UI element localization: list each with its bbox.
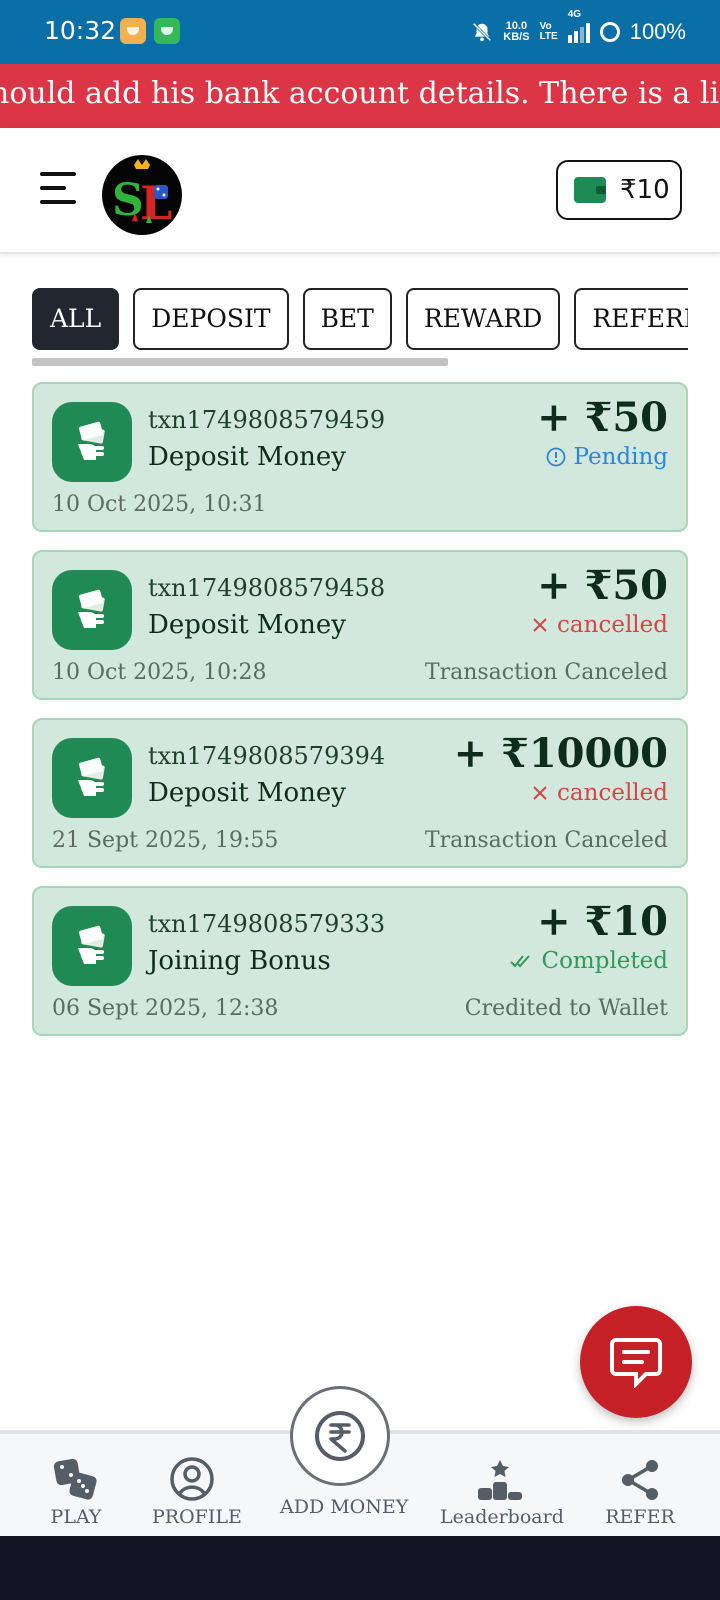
transaction-card[interactable]: txn1749808579394 Deposit Money 21 Sept 2… — [32, 718, 688, 868]
transaction-amount: + ₹10 — [537, 898, 668, 945]
status-bar: 10:32 10.0 KB/S Vo LTE 4G 100% — [0, 0, 720, 64]
transaction-status: cancelled — [531, 612, 668, 638]
app-logo[interactable]: S L — [102, 155, 182, 235]
wallet-icon — [574, 177, 606, 203]
nav-leaderboard[interactable]: Leaderboard — [440, 1454, 564, 1528]
transaction-status: Pending — [546, 444, 668, 470]
notification-app-icon — [120, 18, 146, 44]
transaction-amount: + ₹10000 — [453, 730, 668, 777]
money-hand-icon — [52, 906, 132, 986]
transaction-card[interactable]: txn1749808579458 Deposit Money 10 Oct 20… — [32, 550, 688, 700]
status-icons: 10.0 KB/S Vo LTE 4G 100% — [471, 9, 686, 50]
filter-tabs: ALLDEPOSITBETREWARDREFERRAL — [32, 288, 688, 350]
transaction-date: 10 Oct 2025, 10:31 — [52, 492, 267, 517]
system-navigation-bar — [0, 1536, 720, 1600]
network-type: 4G — [567, 9, 582, 20]
tab-referral[interactable]: REFERRAL — [574, 288, 688, 350]
money-hand-icon — [52, 402, 132, 482]
transaction-id: txn1749808579458 — [148, 574, 386, 602]
announcement-banner: hould add his bank account details. Ther… — [0, 64, 720, 128]
leaderboard-icon — [440, 1454, 560, 1502]
tab-reward[interactable]: REWARD — [405, 288, 561, 350]
nav-profile[interactable]: PROFILE — [152, 1454, 242, 1528]
transaction-amount: + ₹50 — [537, 562, 668, 609]
nav-play[interactable]: PLAY — [46, 1454, 106, 1528]
share-icon — [600, 1454, 680, 1502]
transaction-list: txn1749808579459 Deposit Money 10 Oct 20… — [32, 382, 688, 1054]
status-label: cancelled — [557, 780, 668, 806]
status-label: Completed — [541, 948, 668, 974]
hamburger-menu-icon[interactable] — [40, 172, 76, 204]
transaction-title: Deposit Money — [148, 778, 346, 808]
nav-profile-label: PROFILE — [152, 1506, 242, 1528]
tab-all[interactable]: ALL — [32, 288, 120, 350]
app-header: S L ₹10 — [0, 128, 720, 254]
tab-deposit[interactable]: DEPOSIT — [133, 288, 289, 350]
wallet-balance-button[interactable]: ₹10 — [556, 160, 682, 220]
transaction-id: txn1749808579459 — [148, 406, 386, 434]
mute-bell-icon — [473, 22, 492, 42]
battery-level: 100% — [629, 19, 686, 44]
info-circle-icon — [546, 447, 565, 467]
nav-refer-label: REFER — [605, 1506, 675, 1528]
tab-bet[interactable]: BET — [302, 288, 392, 350]
transaction-amount: + ₹50 — [537, 394, 668, 441]
signal-icon — [567, 21, 590, 43]
transaction-title: Joining Bonus — [148, 946, 331, 976]
announcement-text: hould add his bank account details. Ther… — [0, 76, 720, 111]
transaction-note: Credited to Wallet — [464, 996, 668, 1021]
transaction-id: txn1749808579394 — [148, 742, 386, 770]
transaction-title: Deposit Money — [148, 442, 346, 472]
transaction-date: 06 Sept 2025, 12:38 — [52, 996, 279, 1021]
nav-add-money-label: ADD MONEY — [280, 1496, 409, 1518]
chat-icon — [610, 1338, 662, 1388]
wallet-balance: ₹10 — [620, 175, 670, 205]
logo-graphic: S L — [112, 159, 172, 230]
volte-bottom: LTE — [539, 31, 558, 42]
tabs-scrollbar[interactable] — [32, 358, 448, 366]
add-money-button[interactable] — [290, 1386, 390, 1486]
close-icon — [533, 786, 547, 800]
transaction-status: cancelled — [531, 780, 668, 806]
status-label: Pending — [573, 444, 668, 470]
money-hand-icon — [52, 570, 132, 650]
transaction-date: 10 Oct 2025, 10:28 — [52, 660, 267, 685]
notification-app-icon — [154, 18, 180, 44]
transaction-card[interactable]: txn1749808579459 Deposit Money 10 Oct 20… — [32, 382, 688, 532]
transaction-title: Deposit Money — [148, 610, 346, 640]
network-speed: 10.0 KB/S — [503, 21, 529, 43]
svg-text:L: L — [140, 176, 172, 230]
volte-indicator: Vo LTE — [540, 22, 558, 42]
nav-play-label: PLAY — [50, 1506, 102, 1528]
transaction-date: 21 Sept 2025, 19:55 — [52, 828, 279, 853]
nav-refer[interactable]: REFER — [600, 1454, 680, 1528]
transaction-status: Completed — [509, 948, 668, 974]
nav-add-money[interactable]: ADD MONEY — [280, 1492, 409, 1518]
double-check-icon — [510, 955, 531, 968]
dice-icon — [46, 1454, 106, 1502]
nav-leaderboard-label: Leaderboard — [440, 1506, 564, 1528]
status-label: cancelled — [557, 612, 668, 638]
transaction-note: Transaction Canceled — [424, 828, 668, 853]
transaction-id: txn1749808579333 — [148, 910, 386, 938]
rupee-icon — [315, 1411, 365, 1461]
transaction-note: Transaction Canceled — [424, 660, 668, 685]
battery-icon — [599, 22, 620, 42]
close-icon — [533, 618, 547, 632]
money-hand-icon — [52, 738, 132, 818]
chat-support-button[interactable] — [580, 1306, 692, 1418]
svg-text:S: S — [112, 175, 144, 226]
status-time: 10:32 — [44, 16, 117, 45]
signal-strength: 4G — [567, 9, 590, 43]
net-speed-unit: KB/S — [503, 31, 530, 43]
transaction-card[interactable]: txn1749808579333 Joining Bonus 06 Sept 2… — [32, 886, 688, 1036]
profile-icon — [152, 1454, 232, 1502]
